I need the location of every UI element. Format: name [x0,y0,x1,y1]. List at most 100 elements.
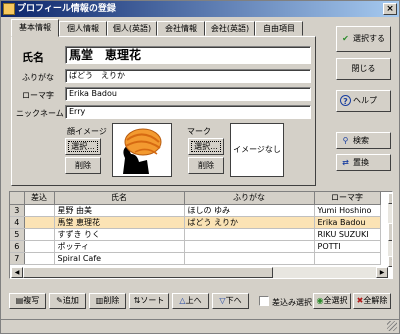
search-label: 検索 [353,136,369,145]
row-name[interactable]: 星野 由美 [54,204,185,217]
help-icon: ? [340,95,351,106]
row-index: 3 [10,204,25,217]
table-row[interactable]: 3 星野 由美 ほしの ゆみ Yumi Hoshino [10,204,381,217]
mark-label: マーク [187,127,211,136]
table-row[interactable]: 6 ポッティ POTTI [10,240,381,253]
name-field[interactable]: 馬堂 恵理花 [65,46,311,64]
face-image [112,123,172,177]
row-furigana[interactable] [184,228,315,241]
select-confirm-label: 選択する [353,34,385,43]
tab-company-info[interactable]: 会社情報 [157,21,205,36]
help-label: ヘルプ [353,96,377,105]
search-button[interactable]: ⚲ 検索 [336,132,391,149]
face-select-button[interactable]: 選択... [65,138,101,155]
horizontal-scroll-thumb[interactable] [23,267,273,278]
mark-select-button[interactable]: 選択... [188,138,224,155]
row-insert[interactable] [24,240,55,253]
replace-icon: ⇄ [342,158,349,167]
mark-image-placeholder: イメージなし [230,123,284,177]
scroll-up-arrow-icon[interactable]: ▲ [388,193,392,204]
header-insert[interactable]: 差込 [24,192,55,205]
status-bar [1,319,399,333]
clear-all-button[interactable]: ✖全解除 [353,293,391,309]
delete-label: 削除 [103,296,120,305]
table-row[interactable]: 5 すずき りく RIKU SUZUKI [10,228,381,241]
header-index [10,192,25,205]
add-button[interactable]: ✎追加 [49,293,86,309]
row-furigana[interactable]: ばどう えりか [184,216,315,229]
vertical-scroll-thumb[interactable] [388,223,392,241]
tab-basic-info[interactable]: 基本情報 [11,19,59,37]
app-icon [3,3,15,15]
row-name[interactable]: すずき りく [54,228,185,241]
row-name[interactable]: ポッティ [54,240,185,253]
furigana-field[interactable]: ばどう えりか [65,69,311,83]
face-delete-button[interactable]: 削除 [65,157,101,174]
scroll-down-arrow-icon[interactable]: ▼ [388,256,392,267]
scroll-right-arrow-icon[interactable]: ▶ [376,267,388,278]
profile-grid: 差込 氏名 ふりがな ローマ字 3 星野 由美 ほしの ゆみ Yumi Hosh… [9,191,393,279]
row-furigana[interactable] [184,252,315,265]
row-romaji[interactable] [314,252,381,265]
table-row-selected[interactable]: 4 馬堂 恵理花 ばどう えりか Erika Badou [10,216,381,229]
title-bar: プロフィール情報の登録 × [1,1,399,17]
row-insert[interactable] [24,216,55,229]
row-romaji[interactable]: Yumi Hoshino [314,204,381,217]
row-insert[interactable] [24,204,55,217]
row-name[interactable]: Spiral Cafe [54,252,185,265]
window-title: プロフィール情報の登録 [17,4,116,14]
nickname-field[interactable]: Erry [65,105,311,119]
row-romaji[interactable]: RIKU SUZUKI [314,228,381,241]
row-romaji[interactable]: POTTI [314,240,381,253]
vertical-scrollbar[interactable]: ▲ ▼ [388,193,392,267]
tab-company-english[interactable]: 会社(英語) [205,21,255,36]
insert-select-checkbox[interactable] [259,296,269,306]
select-confirm-button[interactable]: ✔ 選択する [336,26,391,52]
search-icon: ⚲ [342,136,349,145]
close-window-button[interactable]: × [383,3,397,15]
select-all-button[interactable]: ◉全選択 [313,293,351,309]
row-romaji[interactable]: Erika Badou [314,216,381,229]
romaji-field[interactable]: Erika Badou [65,87,311,101]
help-button[interactable]: ? ヘルプ [336,90,391,112]
row-insert[interactable] [24,228,55,241]
tab-free-fields[interactable]: 自由項目 [255,21,303,36]
header-name[interactable]: 氏名 [54,192,185,205]
profile-window: プロフィール情報の登録 × 基本情報 個人情報 個人(英語) 会社情報 会社(英… [0,0,400,334]
copy-label: 複写 [23,296,40,305]
romaji-label: ローマ字 [22,91,54,100]
mark-delete-button[interactable]: 削除 [188,157,224,174]
furigana-label: ふりがな [22,73,54,82]
tab-personal-english[interactable]: 個人(英語) [107,21,157,36]
replace-label: 置換 [353,158,369,167]
header-furigana[interactable]: ふりがな [184,192,315,205]
clear-all-label: 全解除 [363,296,388,305]
row-furigana[interactable]: ほしの ゆみ [184,204,315,217]
replace-button[interactable]: ⇄ 置換 [336,154,391,171]
row-insert[interactable] [24,252,55,265]
face-image-label: 顔イメージ [67,127,107,136]
row-furigana[interactable] [184,240,315,253]
copy-button[interactable]: ▤複写 [9,293,46,309]
delete-button[interactable]: ▥削除 [89,293,126,309]
row-index: 4 [10,216,25,229]
row-index: 7 [10,252,25,265]
move-up-label: 上へ [185,296,202,305]
checkmark-icon: ✔ [342,34,349,43]
tab-personal-info[interactable]: 個人情報 [59,21,107,36]
turban-face-icon [123,128,162,174]
close-button[interactable]: 閉じる [336,58,391,80]
move-up-button[interactable]: △上へ [172,293,209,309]
table-row[interactable]: 7 Spiral Cafe [10,252,381,265]
move-down-label: 下へ [225,296,242,305]
move-down-button[interactable]: ▽下へ [212,293,249,309]
nickname-label: ニックネーム [16,109,64,118]
add-icon: ✎ [56,296,63,305]
resize-grip-icon[interactable] [387,321,397,331]
sort-button[interactable]: ⇅ソート [129,293,169,309]
grid-header-row: 差込 氏名 ふりがな ローマ字 [10,192,381,205]
row-name[interactable]: 馬堂 恵理花 [54,216,185,229]
horizontal-scrollbar[interactable]: ◀ ▶ [11,267,388,278]
header-romaji[interactable]: ローマ字 [314,192,381,205]
scroll-left-arrow-icon[interactable]: ◀ [11,267,23,278]
